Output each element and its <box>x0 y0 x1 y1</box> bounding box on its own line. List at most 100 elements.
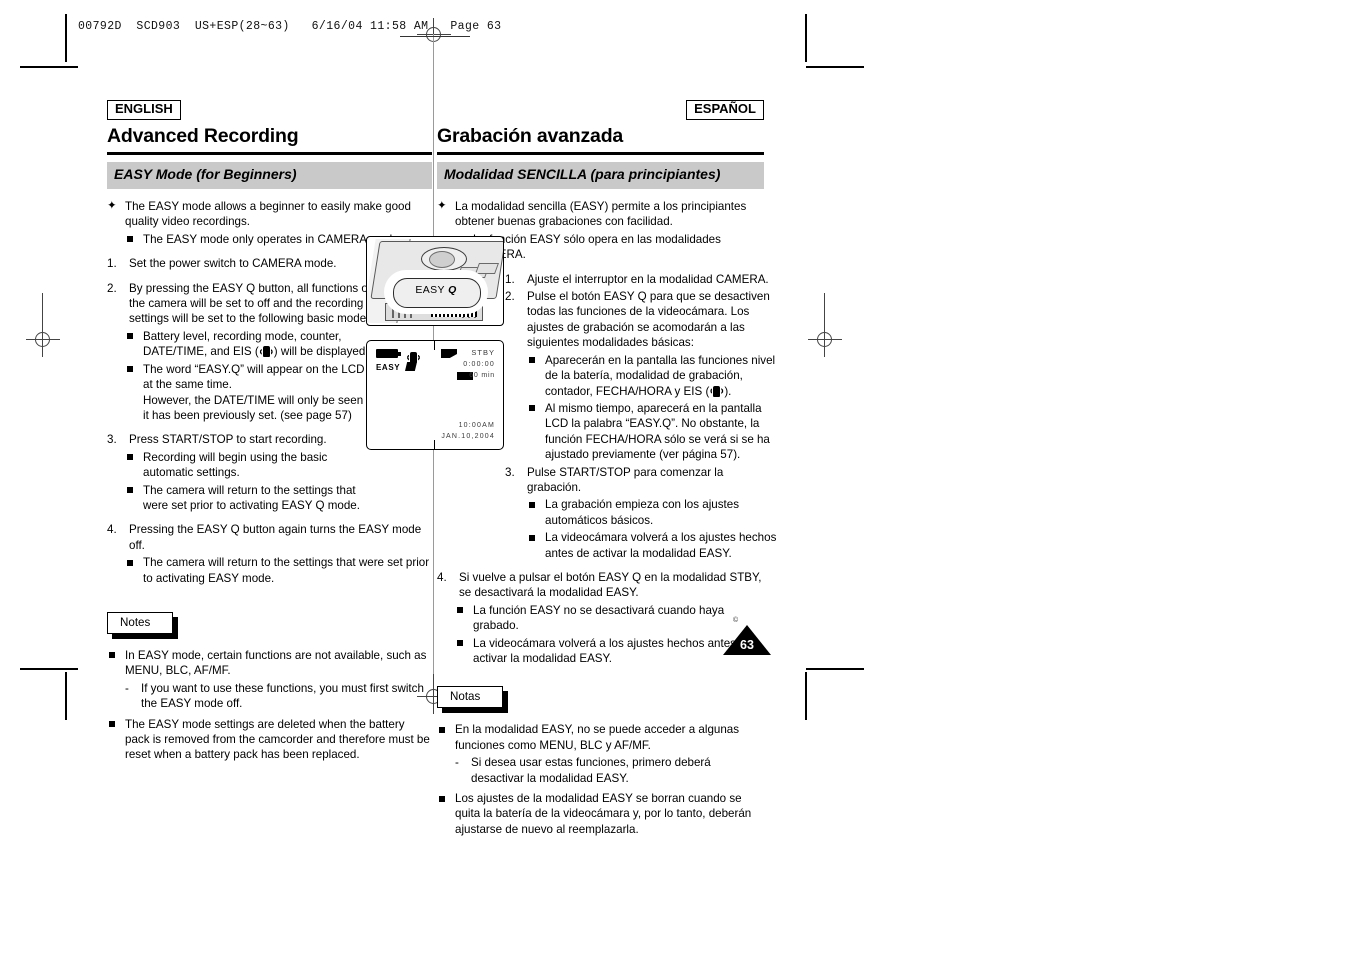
square-bullet-icon <box>529 405 535 412</box>
english-note-1-dash: - If you want to use these functions, yo… <box>125 681 432 712</box>
lcd-remaining-time: 60 min <box>469 372 495 379</box>
spanish-step-3: 3. Pulse START/STOP para comenzar la gra… <box>505 465 779 496</box>
flower-bullet-icon: ✦ <box>107 200 117 213</box>
step-number: 4. <box>437 570 447 584</box>
square-bullet-icon <box>457 607 463 614</box>
english-intro-text: The EASY mode allows a beginner to easil… <box>125 200 411 229</box>
english-section-heading-bar: EASY Mode (for Beginners) <box>107 162 432 190</box>
camera-leader-line <box>435 236 436 237</box>
spanish-step-4-text: Si vuelve a pulsar el botón EASY Q en la… <box>459 570 762 600</box>
dash-bullet-icon: - <box>455 756 459 770</box>
english-notes-label: Notes <box>120 615 151 629</box>
step-number: 2. <box>505 290 515 304</box>
spanish-step-3-sub-2: La videocámara volverá a los ajustes hec… <box>527 530 777 561</box>
spanish-title-rule <box>437 152 764 156</box>
spanish-step-1: 1. Ajuste el interruptor en la modalidad… <box>505 272 779 287</box>
spanish-note-1-dash-text: Si desea usar estas funciones, primero d… <box>471 756 711 785</box>
english-title-rule <box>107 152 432 156</box>
manual-page: 00792D SCD903 US+ESP(28~63) 6/16/04 11:5… <box>0 0 1351 954</box>
spanish-step-2-sub-2: Al mismo tiempo, aparecerá en la pantall… <box>527 401 777 463</box>
english-note-2-text: The EASY mode settings are deleted when … <box>125 717 430 762</box>
registration-mark-right <box>808 293 842 357</box>
flower-bullet-icon: ✦ <box>437 200 447 213</box>
spanish-notes-box: Notas <box>437 686 509 714</box>
english-step-4-sub-1-text: The camera will return to the settings t… <box>143 556 430 585</box>
eis-icon <box>709 385 724 397</box>
crop-mark-bottom-right-v <box>805 672 807 720</box>
spanish-page-title: Grabación avanzada <box>437 125 624 147</box>
spanish-step-1-text: Ajuste el interruptor en la modalidad CA… <box>527 272 769 286</box>
english-step-2-sub-1: Battery level, recording mode, counter, … <box>125 329 377 360</box>
english-step-1-text: Set the power switch to CAMERA mode. <box>129 257 337 271</box>
crop-mark-bottom-left-v <box>65 672 67 720</box>
step-number: 1. <box>107 257 117 271</box>
camera-slot-2 <box>474 263 500 274</box>
easy-q-button-on-camera[interactable] <box>429 251 455 268</box>
square-bullet-icon <box>127 236 133 243</box>
english-step-3-text: Press START/STOP to start recording. <box>129 433 327 447</box>
battery-level-icon <box>376 349 401 358</box>
print-slug: 00792D SCD903 US+ESP(28~63) 6/16/04 11:5… <box>78 20 502 33</box>
english-note-2: The EASY mode settings are deleted when … <box>107 717 432 763</box>
step-number: 4. <box>107 523 117 537</box>
step-number: 3. <box>107 433 117 447</box>
copyright-mark: © <box>733 617 739 624</box>
spanish-step-2-sub-1: Aparecerán en la pantalla las funciones … <box>527 353 777 399</box>
dash-bullet-icon: - <box>125 681 129 695</box>
step-number: 3. <box>505 465 515 479</box>
crop-mark-top-right-v <box>805 14 807 62</box>
english-intro: ✦ The EASY mode allows a beginner to eas… <box>107 199 432 230</box>
square-bullet-icon <box>127 454 133 461</box>
english-step-2: 2. By pressing the EASY Q button, all fu… <box>107 281 381 327</box>
spanish-notes-label: Notas <box>450 690 481 704</box>
illustration-column: EASY Q EASY STBY 0:00:00 60 min 10:00AM … <box>366 236 504 450</box>
spanish-step-4-sub-2: La videocámara volverá a los ajustes hec… <box>455 636 764 667</box>
eis-icon <box>259 346 274 358</box>
language-tag-spanish: ESPAÑOL <box>686 100 764 120</box>
square-bullet-icon <box>127 559 133 566</box>
spanish-intro-sub-text: La función EASY sólo opera en las modali… <box>473 232 721 261</box>
english-step-4-text: Pressing the EASY Q button again turns t… <box>129 523 422 552</box>
spanish-note-1-dash: - Si desea usar estas funciones, primero… <box>455 755 764 786</box>
spanish-step-2-sub-2-text: Al mismo tiempo, aparecerá en la pantall… <box>545 401 770 462</box>
spanish-lang-row: ESPAÑOL <box>437 100 764 120</box>
crop-mark-top-right-h <box>806 66 864 68</box>
registration-mark-left <box>26 293 60 357</box>
spanish-step-2-text: Pulse el botón EASY Q para que se desact… <box>527 290 770 350</box>
camera-illustration: EASY Q <box>366 236 504 326</box>
page-number-text: 63 <box>740 638 754 652</box>
lcd-time: 10:00AM <box>458 422 495 429</box>
lcd-date: JAN.10,2004 <box>441 433 495 440</box>
english-step-2-sub-2-cont: However, the DATE/TIME will only be seen… <box>143 393 373 422</box>
square-bullet-icon <box>529 501 535 508</box>
spanish-step-4-sub-1-text: La función EASY no se desactivará cuando… <box>473 603 725 633</box>
lcd-easy-label: EASY <box>376 363 401 372</box>
spanish-step-2-sub-1-text-b: ). <box>724 384 732 398</box>
english-step-3-sub-2: The camera will return to the settings t… <box>125 483 377 514</box>
spanish-step-4: 4. Si vuelve a pulsar el botón EASY Q en… <box>437 570 764 601</box>
square-bullet-icon <box>127 487 133 494</box>
english-step-4: 4. Pressing the EASY Q button again turn… <box>107 522 432 553</box>
english-lang-row: ENGLISH <box>107 100 432 120</box>
spanish-intro: ✦ La modalidad sencilla (EASY) permite a… <box>437 199 764 230</box>
spanish-intro-text: La modalidad sencilla (EASY) permite a l… <box>455 200 747 229</box>
notes-box-label-frame: Notes <box>107 611 174 634</box>
english-notes-box: Notes <box>107 611 179 639</box>
english-section-heading: EASY Mode (for Beginners) <box>114 166 297 183</box>
square-bullet-icon <box>127 366 133 373</box>
lcd-timecode: 0:00:00 <box>463 361 495 368</box>
square-bullet-icon <box>109 652 115 659</box>
english-step-3-sub-1: Recording will begin using the basic aut… <box>125 450 377 481</box>
crop-mark-bottom-left-h <box>20 668 78 670</box>
easy-label: EASY <box>415 284 445 296</box>
spanish-step-3-sub-2-text: La videocámara volverá a los ajustes hec… <box>545 531 777 560</box>
english-note-1-dash-text: If you want to use these functions, you … <box>141 681 424 711</box>
crop-mark-top-left-h <box>20 66 78 68</box>
crop-mark-bottom-right-h <box>806 668 864 670</box>
english-page-title: Advanced Recording <box>107 125 299 147</box>
spanish-note-1: En la modalidad EASY, no se puede accede… <box>437 722 764 753</box>
square-bullet-icon <box>439 726 445 733</box>
spanish-step-3-text: Pulse START/STOP para comenzar la grabac… <box>527 465 724 494</box>
english-step-2-sub-2: The word “EASY.Q” will appear on the LCD… <box>125 362 377 424</box>
spanish-step-3-sub-1: La grabación empieza con los ajustes aut… <box>527 497 777 528</box>
